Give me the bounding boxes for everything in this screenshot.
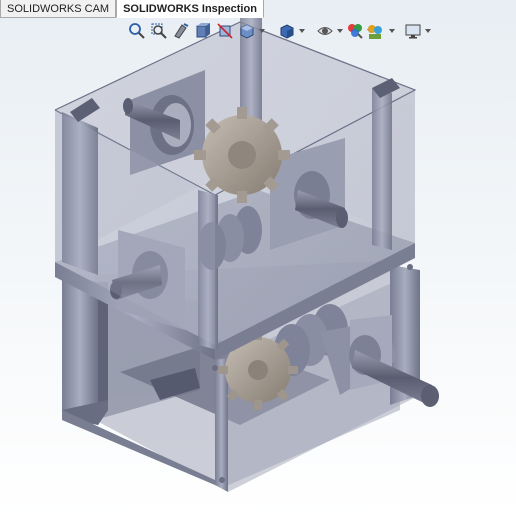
heads-up-view-toolbar [126, 22, 436, 42]
display-style-icon[interactable] [278, 22, 296, 40]
view-orientation-icon[interactable] [238, 22, 256, 40]
zoom-to-area-icon[interactable] [150, 22, 168, 40]
tab-solidworks-inspection[interactable]: SOLIDWORKS Inspection [116, 0, 264, 18]
chevron-down-icon[interactable] [388, 27, 396, 35]
hide-show-items-icon[interactable] [316, 22, 334, 40]
chevron-down-icon[interactable] [424, 27, 432, 35]
apply-scene-icon[interactable] [366, 23, 384, 41]
tab-solidworks-cam[interactable]: SOLIDWORKS CAM [0, 0, 117, 18]
dynamic-annotation-views-icon[interactable] [216, 22, 234, 40]
chevron-down-icon[interactable] [298, 27, 306, 35]
previous-view-icon[interactable] [172, 22, 190, 40]
edit-appearance-icon[interactable] [346, 22, 364, 40]
chevron-down-icon[interactable] [258, 27, 266, 35]
gearbox-assembly-model[interactable] [0, 0, 516, 516]
section-view-icon[interactable] [194, 22, 212, 40]
zoom-to-fit-icon[interactable] [128, 22, 146, 40]
tab-bar: SOLIDWORKS CAM SOLIDWORKS Inspection [0, 0, 516, 18]
view-settings-icon[interactable] [404, 22, 422, 40]
chevron-down-icon[interactable] [336, 27, 344, 35]
graphics-area[interactable]: SOLIDWORKS CAM SOLIDWORKS Inspection [0, 0, 516, 516]
